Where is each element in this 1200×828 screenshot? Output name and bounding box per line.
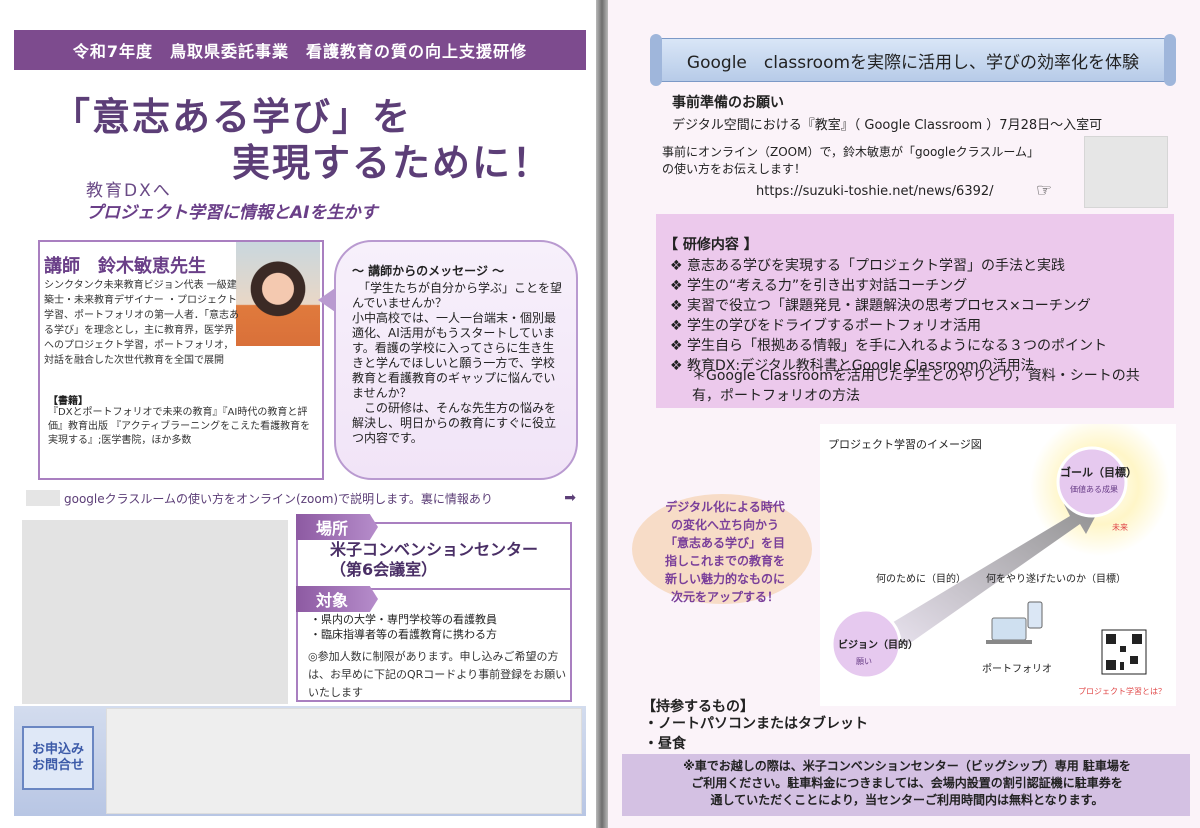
diagram-title: プロジェクト学習のイメージ図 (828, 438, 982, 451)
target-list: ・県内の大学・専門学校等の看護教員 ・臨床指導者等の看護教育に携わる方 (310, 612, 568, 642)
google-classroom-line: googleクラスルームの使い方をオンライン(zoom)で説明します。裏に情報あ… (26, 488, 576, 508)
google-line-text: googleクラスルームの使い方をオンライン(zoom)で説明します。裏に情報あ… (64, 491, 493, 506)
goal-label: ゴール（目標） (1060, 466, 1137, 479)
future-label: 未来 (1112, 523, 1128, 532)
headline-line2: 実現するために！ (232, 140, 553, 185)
orange-text: デジタル化による時代 の変化へ立ち向かう 「意志ある学び」を目 指しこれまでの教… (664, 500, 785, 604)
bring-item: ・昼食 (644, 736, 686, 752)
ribbon-roll-left (650, 34, 662, 86)
goal-circle (1056, 446, 1128, 518)
content-title: 【 研修内容 】 (664, 237, 758, 253)
content-item: ❖ 学生の学びをドライブするポートフォリオ活用 (670, 318, 981, 334)
ribbon-title: Google classroomを実際に活用し、学びの効率化を体験 (654, 38, 1172, 82)
redacted-image (22, 520, 288, 704)
pbl-link[interactable]: プロジェクト学習とは？ (1078, 686, 1166, 697)
content-sub: ＊Google Classroomを活用した学生とのやりとり，資料・シートの共有… (692, 368, 1140, 404)
vision-label: ビジョン（目的） (838, 640, 918, 651)
what-label: 何をやり遂げたいのか（目標） (986, 574, 1126, 585)
redacted-block (26, 490, 60, 506)
message-body: 「学生たちが自分から学ぶ」ことを望んでいませんか？ 小中高校では、一人一台端末・… (352, 281, 563, 445)
message-bubble: 〜 講師からのメッセージ 〜 「学生たちが自分から学ぶ」ことを望んでいませんか？… (334, 240, 578, 480)
goal-sub: 価値ある成果 (1070, 485, 1118, 494)
ribbon-roll-right (1164, 34, 1176, 86)
content-list: ❖ 意志ある学びを実現する「プロジェクト学習」の手法と実践 ❖ 学生の“考える力… (670, 256, 1170, 376)
portfolio-label: ポートフォリオ (982, 664, 1052, 675)
laptop-base (986, 640, 1032, 644)
subhead-line2: プロジェクト学習に情報とAIを生かす (86, 203, 378, 223)
books-list: 『DXとポートフォリオで未来の教育』『AI時代の教育と評価』教育出版 『アクティ… (48, 407, 311, 446)
pbl-diagram: プロジェクト学習のイメージ図 ゴール（目標） 価値ある成果 未来 Project… (820, 416, 1176, 706)
smartphone-icon (1027, 601, 1043, 629)
content-item: ❖ 意志ある学びを実現する「プロジェクト学習」の手法と実践 (670, 258, 1065, 274)
redacted-qr (1084, 136, 1168, 208)
prep-line: デジタル空間における『教室』（ Google Classroom ）7月28日～… (672, 118, 1103, 133)
bring-item: ・ノートパソコンまたはタブレット (644, 716, 868, 732)
redacted-contact-info (106, 708, 582, 814)
vision-sub: 願い (856, 657, 872, 666)
top-banner: 令和7年度 鳥取県委託事業 看護教育の質の向上支援研修 (14, 30, 586, 70)
bring-title: 【持参するもの】 (642, 699, 754, 715)
target-item: ・臨床指導者等の看護教育に携わる方 (310, 628, 497, 641)
lecturer-photo (236, 242, 320, 346)
content-item: ❖ 実習で役立つ「課題発見・課題解決の思考プロセス×コーチング (670, 298, 1091, 314)
right-arrow-icon: ➡ (564, 490, 576, 506)
content-item: ❖ 学生の“考える力”を引き出す対話コーチング (670, 278, 968, 294)
books-heading: 【書籍】 (48, 396, 88, 407)
parking-notice: ※車でお越しの際は、米子コンベンションセンター（ビッグシップ）専用 駐車場を ご… (683, 759, 1131, 807)
apply-contact-button[interactable]: お申込み お問合せ (22, 726, 94, 790)
lecturer-bio: シンクタンク未来教育ビジョン代表 一級建築士・未来教育デザイナー ・プロジェクト… (44, 280, 239, 366)
prep-url-link[interactable]: https://suzuki-toshie.net/news/6392/ (756, 184, 994, 199)
laptop-icon (991, 617, 1027, 641)
message-title: 〜 講師からのメッセージ 〜 (352, 264, 505, 278)
target-label: 対象 (296, 586, 378, 612)
page-divider (596, 0, 608, 828)
target-item: ・県内の大学・専門学校等の看護教員 (310, 613, 497, 626)
content-item: ❖ 学生自ら「根拠ある情報」を手に入れるようになる３つのポイント (670, 338, 1107, 354)
lecturer-title: 講師 鈴木敏恵先生 (44, 256, 206, 277)
why-label: 何のために（目的） (876, 574, 966, 585)
prep-title: 事前準備のお願い (672, 95, 784, 111)
target-note: ◎参加人数に制限があります。申し込みご希望の方は、お早めに下記のQRコードより事… (308, 650, 567, 699)
venue-label: 場所 (296, 514, 378, 540)
bring-list: ・ノートパソコンまたはタブレット ・昼食 (644, 714, 868, 754)
prep-zoom: 事前にオンライン（ZOOM）で，鈴木敏恵が「googleクラスルーム」 の使い方… (662, 145, 1106, 176)
lecturer-box: 講師 鈴木敏恵先生 シンクタンク未来教育ビジョン代表 一級建築士・未来教育デザイ… (38, 240, 324, 480)
pointing-hand-icon: ☞ (1036, 180, 1053, 201)
venue-name: 米子コンベンションセンター （第6会議室） (330, 540, 539, 579)
